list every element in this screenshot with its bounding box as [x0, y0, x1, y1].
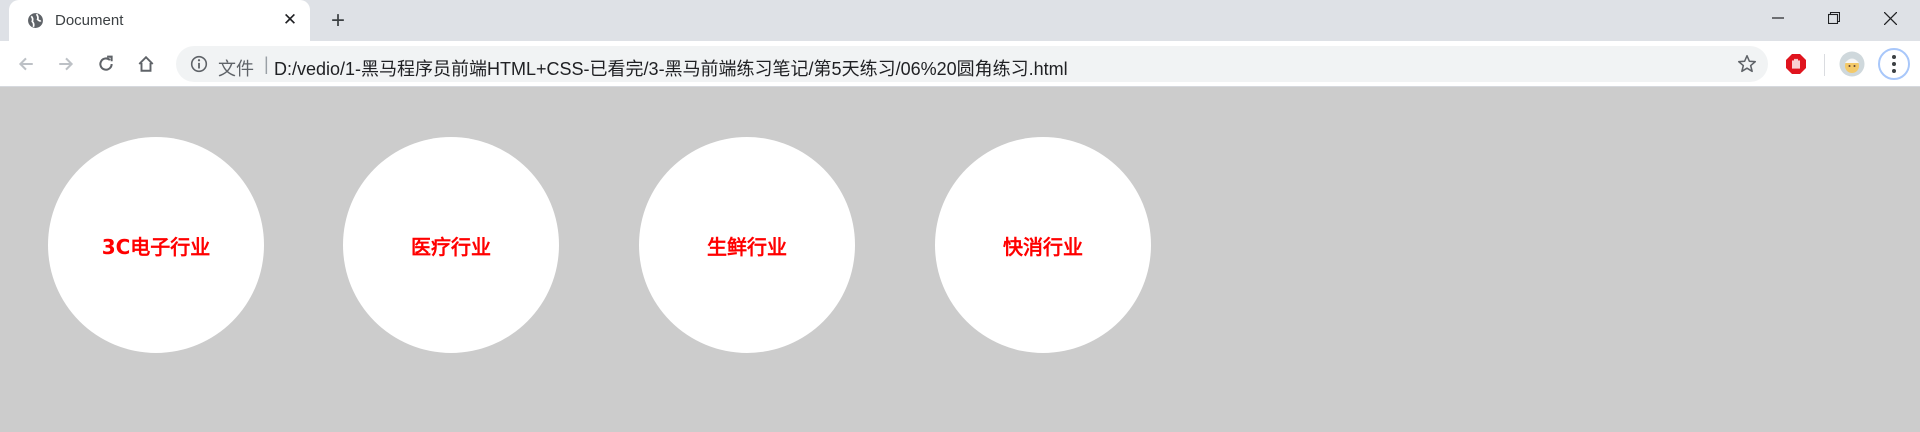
industry-label: 医疗行业: [411, 234, 491, 259]
industry-label: 生鲜行业: [707, 234, 787, 259]
page-content: 3C电子行业 医疗行业 生鲜行业 快消行业: [0, 88, 1920, 432]
address-bar[interactable]: 文件 | D:/vedio/1-黑马程序员前端HTML+CSS-已看完/3-黑马…: [176, 46, 1768, 82]
url-text[interactable]: D:/vedio/1-黑马程序员前端HTML+CSS-已看完/3-黑马前端练习笔…: [274, 55, 1068, 81]
extension-button[interactable]: [1780, 48, 1812, 80]
reload-button[interactable]: [91, 49, 121, 79]
menu-button[interactable]: [1878, 48, 1910, 80]
info-icon[interactable]: [190, 55, 208, 73]
arrow-left-icon: [18, 57, 33, 71]
industry-circle: 医疗行业: [343, 137, 559, 353]
back-button[interactable]: [11, 49, 41, 79]
arrow-right-icon: [59, 57, 74, 71]
industry-label: 快消行业: [1003, 234, 1083, 259]
scheme-separator: |: [264, 54, 269, 74]
adblock-stop-icon: [1786, 54, 1806, 74]
close-icon: [1883, 11, 1897, 25]
toolbar-divider: [1824, 54, 1825, 76]
close-tab-icon[interactable]: ✕: [281, 10, 299, 29]
home-icon: [138, 55, 154, 72]
new-tab-button[interactable]: +: [325, 7, 351, 34]
more-vertical-icon: [1892, 55, 1896, 73]
tab-strip: Document ✕ +: [0, 0, 1920, 41]
globe-icon: [28, 13, 43, 28]
avatar: [1839, 51, 1865, 77]
industry-circle: 3C电子行业: [48, 137, 264, 353]
bookmark-star-icon[interactable]: [1736, 53, 1758, 75]
browser-toolbar: 文件 | D:/vedio/1-黑马程序员前端HTML+CSS-已看完/3-黑马…: [0, 41, 1920, 87]
browser-tab[interactable]: Document ✕: [9, 0, 310, 41]
home-button[interactable]: [131, 49, 161, 79]
close-window-button[interactable]: [1862, 0, 1918, 36]
forward-button[interactable]: [51, 49, 81, 79]
tab-title: Document: [55, 12, 124, 29]
industry-label: 3C电子行业: [101, 234, 211, 259]
restore-icon: [1828, 12, 1840, 24]
minimize-button[interactable]: [1750, 0, 1806, 36]
industry-circle: 生鲜行业: [639, 137, 855, 353]
scheme-label: 文件: [218, 59, 254, 79]
minimize-icon: [1772, 17, 1784, 19]
restore-button[interactable]: [1806, 0, 1862, 36]
profile-button[interactable]: [1836, 48, 1868, 80]
reload-icon: [99, 55, 113, 71]
industry-circle: 快消行业: [935, 137, 1151, 353]
